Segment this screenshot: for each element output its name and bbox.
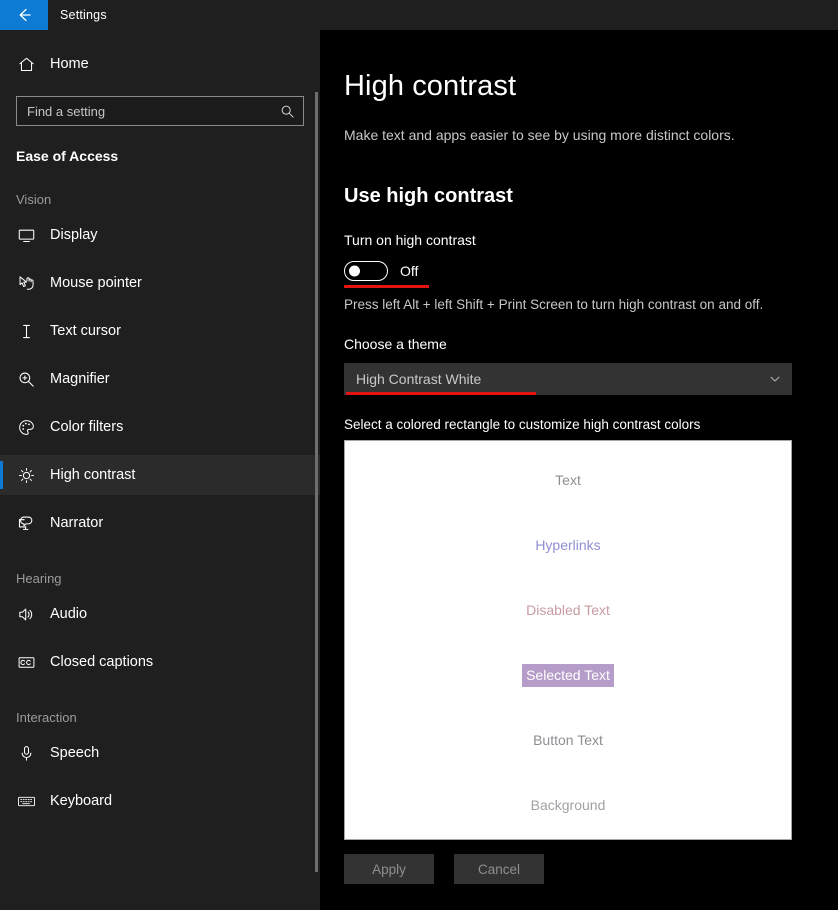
chevron-down-icon [768, 372, 782, 386]
theme-label: Choose a theme [344, 336, 447, 352]
microphone-icon [16, 743, 36, 763]
action-buttons: Apply Cancel [344, 854, 792, 884]
sidebar-item-mouse-pointer[interactable]: Mouse pointer [0, 263, 320, 303]
preview-item-button-text[interactable]: Button Text [529, 729, 607, 752]
search-icon[interactable] [277, 101, 297, 121]
sidebar-item-label: Speech [50, 745, 100, 761]
high-contrast-toggle[interactable] [344, 261, 388, 281]
sidebar-item-text-cursor[interactable]: Text cursor [0, 311, 320, 351]
window-body: Home Ease of Access Vision [0, 30, 838, 910]
sidebar-scrollbar-thumb[interactable] [315, 92, 318, 872]
sidebar: Home Ease of Access Vision [0, 30, 320, 910]
window-title: Settings [60, 8, 107, 22]
sidebar-scrollbar[interactable] [315, 92, 318, 910]
closed-captions-icon [16, 652, 36, 672]
sidebar-item-label: Mouse pointer [50, 275, 142, 291]
speaker-icon [16, 604, 36, 624]
monitor-icon [16, 225, 36, 245]
title-bar-strip: Settings [48, 0, 838, 30]
sidebar-item-keyboard[interactable]: Keyboard [0, 781, 320, 821]
settings-window: Settings Home Find a setting Ease of Acc… [0, 0, 838, 910]
search-box[interactable] [16, 96, 304, 126]
preview-caption: Select a colored rectangle to customize … [344, 417, 701, 432]
sidebar-item-speech[interactable]: Speech [0, 733, 320, 773]
preview-item-background[interactable]: Background [527, 794, 610, 817]
search-input[interactable] [27, 103, 277, 119]
sidebar-item-high-contrast[interactable]: High contrast [0, 455, 320, 495]
apply-button[interactable]: Apply [344, 854, 434, 884]
sidebar-item-label: Text cursor [50, 323, 121, 339]
sun-icon [16, 465, 36, 485]
cancel-button[interactable]: Cancel [454, 854, 544, 884]
back-button[interactable] [0, 0, 48, 30]
palette-icon [16, 417, 36, 437]
preview-item-selected-text[interactable]: Selected Text [522, 664, 614, 687]
text-cursor-icon [16, 321, 36, 341]
sidebar-item-label: Color filters [50, 419, 124, 435]
sidebar-item-label: Closed captions [50, 654, 154, 670]
theme-selected-value: High Contrast White [356, 371, 482, 387]
section-title-use-high-contrast: Use high contrast [344, 185, 513, 207]
sidebar-item-label: Narrator [50, 515, 104, 531]
sidebar-item-label: Audio [50, 606, 88, 622]
toggle-knob [349, 265, 360, 277]
sidebar-group-label-interaction: Interaction [16, 710, 77, 725]
sidebar-item-label: Display [50, 227, 98, 243]
narrator-icon [16, 513, 36, 533]
sidebar-item-magnifier[interactable]: Magnifier [0, 359, 320, 399]
sidebar-item-label: Magnifier [50, 371, 110, 387]
page-title: High contrast [344, 70, 517, 102]
sidebar-group-label-vision: Vision [16, 192, 52, 207]
arrow-left-icon [15, 6, 33, 24]
sidebar-group-label-hearing: Hearing [16, 571, 62, 586]
keyboard-icon [16, 791, 36, 811]
annotation-underline-theme [346, 392, 536, 395]
shortcut-hint: Press left Alt + left Shift + Print Scre… [344, 297, 764, 312]
preview-item-hyperlinks[interactable]: Hyperlinks [531, 534, 604, 557]
preview-item-text[interactable]: Text [551, 469, 585, 492]
preview-item-disabled-text[interactable]: Disabled Text [522, 599, 614, 622]
color-preview-panel: Text Hyperlinks Disabled Text Selected T… [344, 440, 792, 840]
title-bar: Settings [0, 0, 838, 30]
sidebar-home-label: Home [50, 56, 89, 72]
sidebar-item-label: High contrast [50, 467, 136, 483]
main-content: High contrast Make text and apps easier … [320, 30, 838, 910]
sidebar-item-label: Keyboard [50, 793, 113, 809]
sidebar-item-home[interactable]: Home [0, 44, 320, 84]
magnifier-icon [16, 369, 36, 389]
sidebar-item-narrator[interactable]: Narrator [0, 503, 320, 543]
home-icon [16, 54, 36, 74]
sidebar-item-audio[interactable]: Audio [0, 594, 320, 634]
sidebar-category-title: Ease of Access [16, 148, 119, 164]
annotation-underline-toggle [344, 285, 429, 288]
toggle-state-label: Off [400, 263, 419, 279]
sidebar-item-closed-captions[interactable]: Closed captions [0, 642, 320, 682]
page-subtitle: Make text and apps easier to see by usin… [344, 127, 735, 143]
sidebar-item-display[interactable]: Display [0, 215, 320, 255]
mouse-pointer-icon [16, 273, 36, 293]
sidebar-content: Home Ease of Access Vision [0, 30, 320, 821]
theme-dropdown[interactable]: High Contrast White [344, 363, 792, 395]
sidebar-item-color-filters[interactable]: Color filters [0, 407, 320, 447]
toggle-label: Turn on high contrast [344, 232, 476, 248]
high-contrast-toggle-row: Off [344, 261, 792, 281]
